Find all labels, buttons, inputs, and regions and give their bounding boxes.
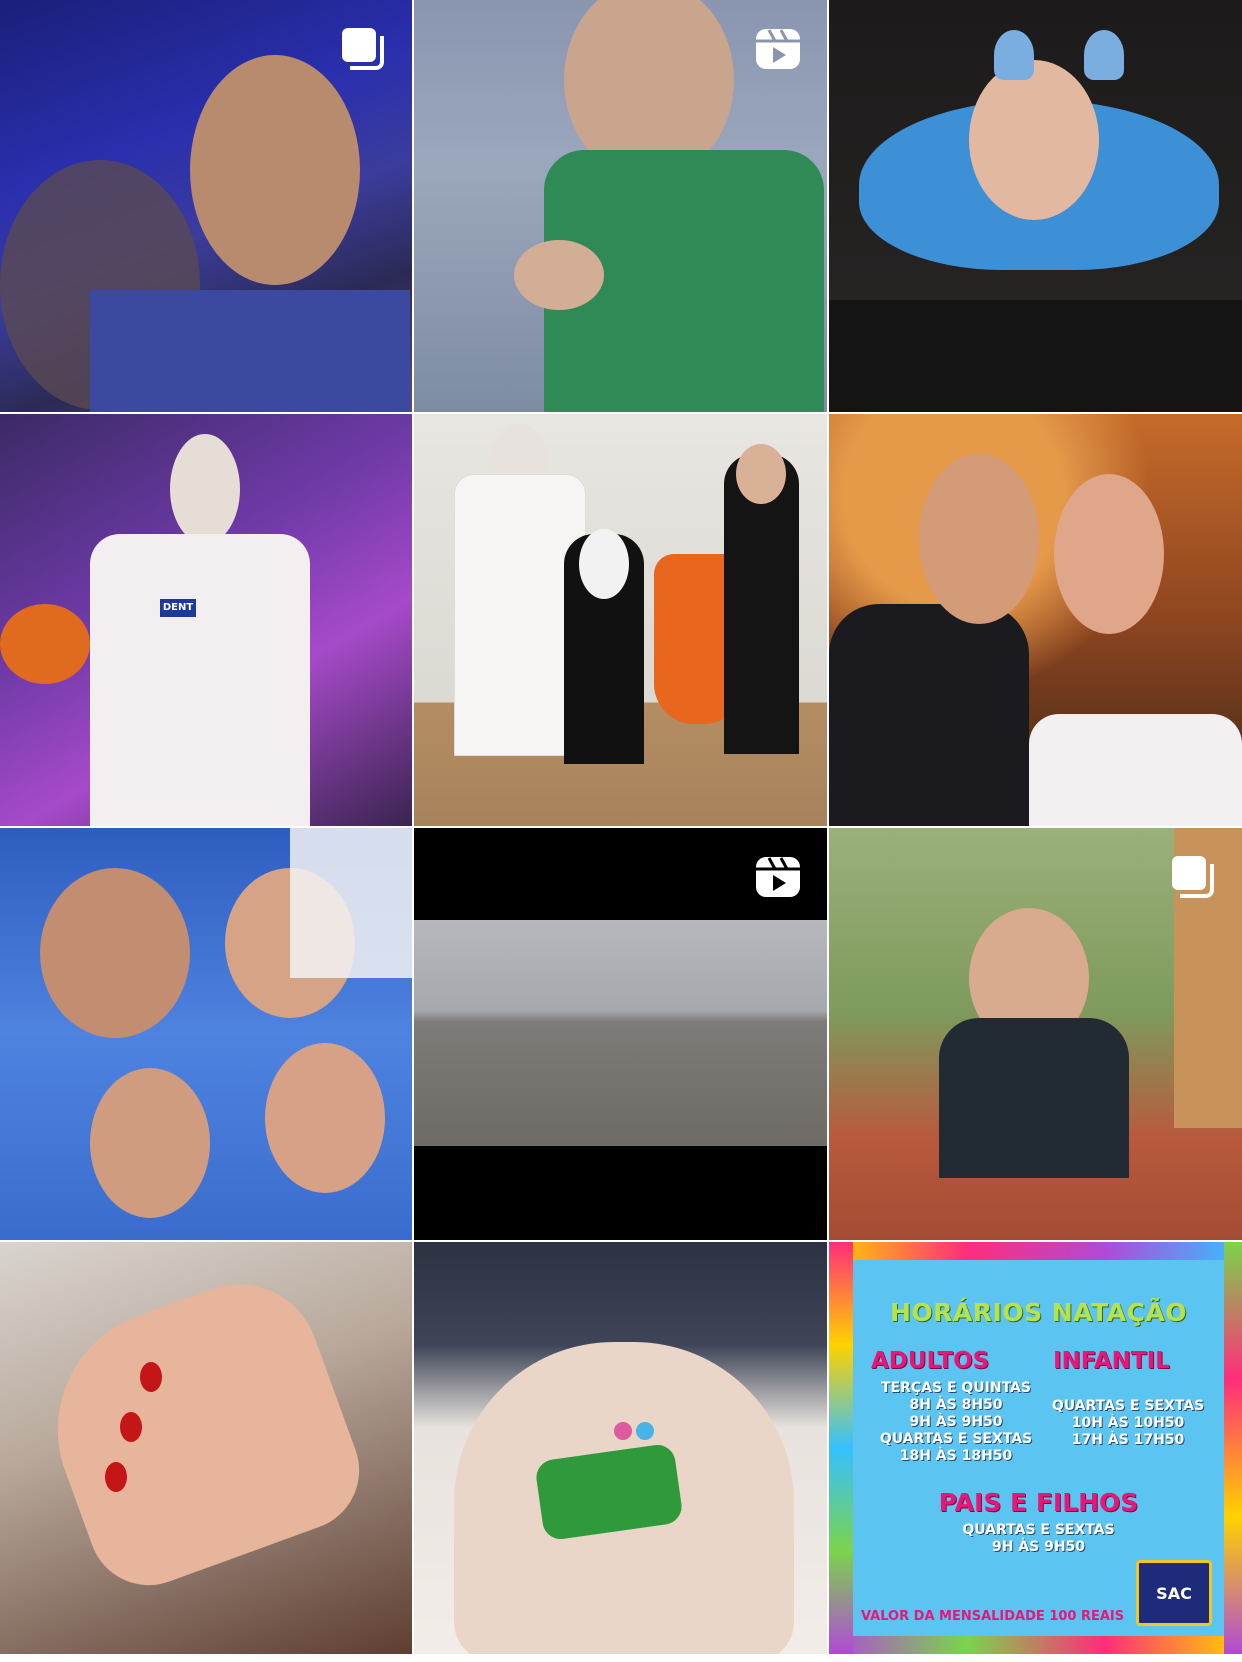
photo-toy-peg bbox=[614, 1422, 632, 1440]
poster-border bbox=[1224, 1242, 1242, 1654]
photo-dress bbox=[1029, 714, 1242, 826]
photo-mask bbox=[579, 529, 629, 599]
post-tile-1[interactable] bbox=[0, 0, 412, 412]
post-tile-2[interactable] bbox=[414, 0, 827, 412]
photo-toy-peg bbox=[636, 1422, 654, 1440]
post-tile-9[interactable] bbox=[829, 828, 1242, 1240]
photo-coat bbox=[90, 534, 310, 826]
photo-face bbox=[190, 55, 360, 285]
club-logo: SAC bbox=[1136, 1560, 1212, 1626]
adultos-heading: ADULTOS bbox=[871, 1348, 990, 1374]
photo-ear bbox=[1084, 30, 1124, 80]
swim-schedule-poster: HORÁRIOS NATAÇÃO ADULTOS TERÇAS E QUINTA… bbox=[853, 1260, 1224, 1636]
poster-border bbox=[829, 1636, 1242, 1654]
pais-filhos-heading: PAIS E FILHOS bbox=[938, 1488, 1139, 1517]
infantil-heading: INFANTIL bbox=[1053, 1348, 1170, 1374]
infantil-schedule: QUARTAS E SEXTAS 10H ÀS 10H50 17H ÀS 17H… bbox=[1051, 1398, 1205, 1448]
post-tile-7[interactable] bbox=[0, 828, 412, 1240]
poster-border bbox=[829, 1242, 853, 1654]
carousel-icon bbox=[1168, 852, 1218, 902]
post-tile-10[interactable] bbox=[0, 1242, 412, 1654]
poster-title: HORÁRIOS NATAÇÃO bbox=[889, 1298, 1188, 1327]
reels-icon bbox=[753, 852, 803, 902]
profile-post-grid: DENT HORÁRIOS NATAÇÃO ADULTOS TERÇAS E Q… bbox=[0, 0, 1242, 1662]
club-logo-text: SAC bbox=[1156, 1583, 1192, 1603]
post-tile-3[interactable] bbox=[829, 0, 1242, 412]
carousel-icon bbox=[338, 24, 388, 74]
adultos-schedule: TERÇAS E QUINTAS 8H ÀS 8H50 9H ÀS 9H50 Q… bbox=[879, 1380, 1033, 1464]
photo-floor bbox=[829, 300, 1242, 412]
photo-face bbox=[736, 444, 786, 504]
post-tile-11[interactable] bbox=[414, 1242, 827, 1654]
photo-nail bbox=[140, 1362, 162, 1392]
photo-face bbox=[40, 868, 190, 1038]
photo-face bbox=[1054, 474, 1164, 634]
photo-face bbox=[919, 454, 1039, 624]
post-tile-5[interactable] bbox=[414, 414, 827, 826]
photo-nail bbox=[120, 1412, 142, 1442]
photo-shirt bbox=[290, 828, 412, 978]
post-tile-6[interactable] bbox=[829, 414, 1242, 826]
post-tile-12[interactable]: HORÁRIOS NATAÇÃO ADULTOS TERÇAS E QUINTA… bbox=[829, 1242, 1242, 1654]
costume-badge: DENT bbox=[160, 599, 196, 617]
photo-hands bbox=[23, 1261, 377, 1603]
post-tile-8[interactable] bbox=[414, 828, 827, 1240]
photo-suit bbox=[829, 604, 1029, 826]
pais-filhos-schedule: QUARTAS E SEXTAS 9H ÀS 9H50 bbox=[962, 1522, 1115, 1555]
photo-shirt bbox=[939, 1018, 1129, 1178]
photo-nail bbox=[105, 1462, 127, 1492]
photo-face bbox=[969, 60, 1099, 220]
photo-face bbox=[90, 1068, 210, 1218]
poster-footer: VALOR DA MENSALIDADE 100 REAIS bbox=[861, 1609, 1125, 1624]
photo-pumpkin bbox=[0, 604, 90, 684]
photo-ear bbox=[994, 30, 1034, 80]
photo-face bbox=[265, 1043, 385, 1193]
reels-icon bbox=[753, 24, 803, 74]
photo-shirt bbox=[90, 290, 410, 412]
photo-face bbox=[170, 434, 240, 544]
poster-border bbox=[829, 1242, 1242, 1260]
photo-beach-scene bbox=[414, 920, 827, 1146]
photo-hand bbox=[514, 240, 604, 310]
post-tile-4[interactable]: DENT bbox=[0, 414, 412, 826]
